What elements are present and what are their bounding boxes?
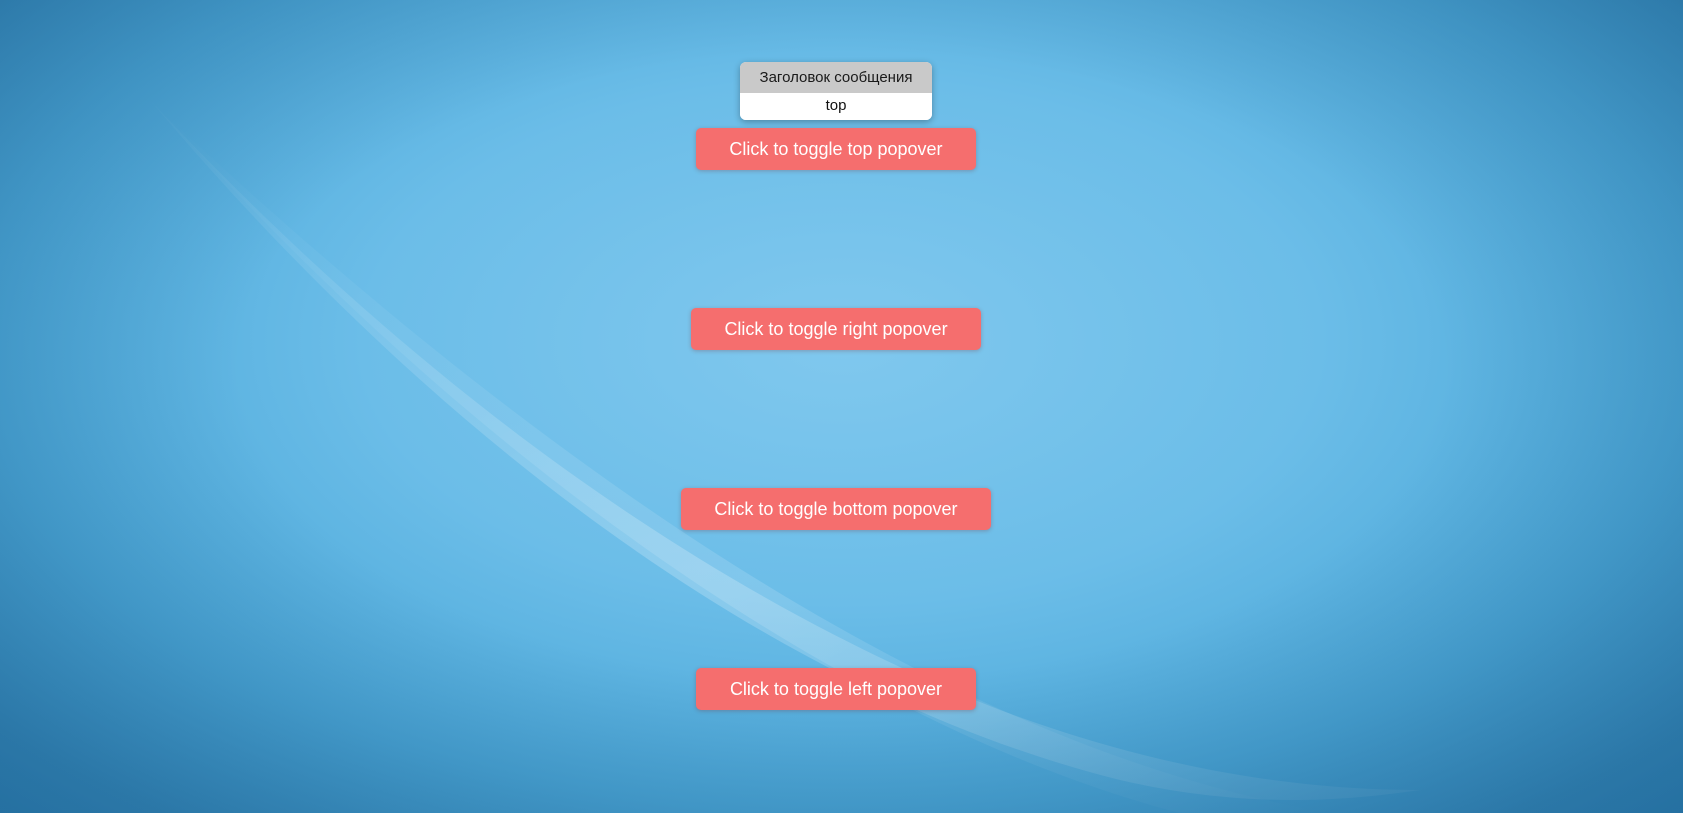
toggle-bottom-popover-button[interactable]: Click to toggle bottom popover <box>681 488 991 530</box>
popover: Заголовок сообщения top <box>740 62 932 120</box>
popover-content: top <box>740 93 932 120</box>
toggle-top-popover-button[interactable]: Click to toggle top popover <box>696 128 976 170</box>
toggle-right-popover-button[interactable]: Click to toggle right popover <box>691 308 981 350</box>
popover-title: Заголовок сообщения <box>740 62 932 93</box>
toggle-left-popover-button[interactable]: Click to toggle left popover <box>696 668 976 710</box>
